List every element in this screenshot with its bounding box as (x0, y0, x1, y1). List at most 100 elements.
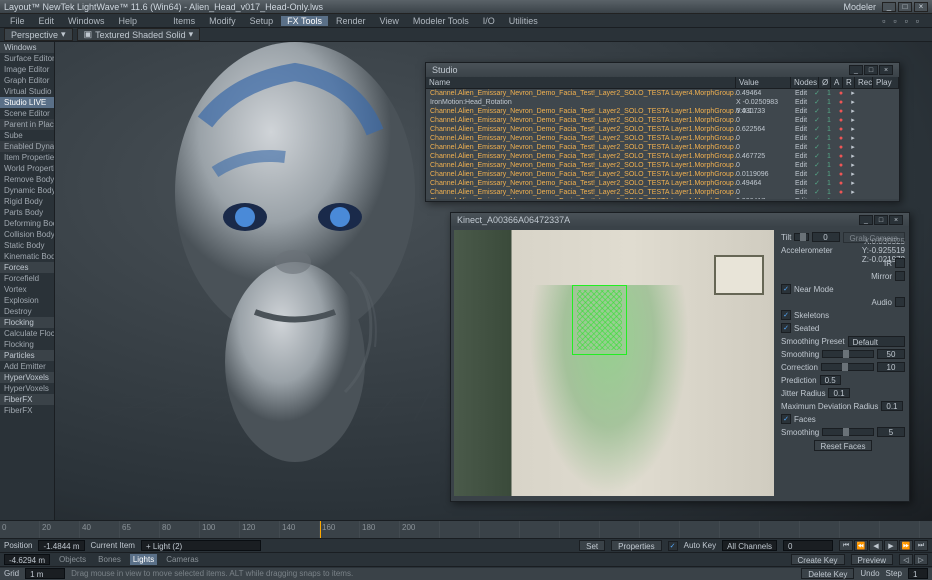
sidebar-item[interactable]: Forces (0, 262, 54, 273)
sidebar-item[interactable]: Parts Body (0, 207, 54, 218)
grid-field[interactable]: 1 m (25, 568, 65, 579)
sidebar-item[interactable]: Rigid Body (0, 196, 54, 207)
studio-row[interactable]: Channel.Alien_Emissary_Nevron_Demo_Facia… (426, 188, 899, 197)
timeline[interactable]: 020406580100120140160180200 (0, 521, 932, 539)
view-select[interactable]: Perspective ▾ (4, 28, 73, 41)
studio-max-icon[interactable]: □ (864, 65, 878, 75)
jitter-value[interactable]: 0.1 (828, 388, 849, 398)
sidebar-item[interactable]: Scene Editor (0, 108, 54, 119)
sidebar-item[interactable]: Image Editor (0, 64, 54, 75)
tab-render[interactable]: Render (330, 16, 372, 26)
createkey-button[interactable]: Create Key (791, 554, 845, 565)
tab-fxtools[interactable]: FX Tools (281, 16, 328, 26)
sidebar-item[interactable]: Virtual Studio (0, 86, 54, 97)
sidebar-item[interactable]: Vortex (0, 284, 54, 295)
tab-items[interactable]: Items (167, 16, 201, 26)
autokey-checkbox[interactable]: ✓ (668, 541, 678, 551)
maximize-icon[interactable]: □ (898, 2, 912, 12)
near-checkbox[interactable]: ✓ (781, 284, 791, 294)
step-back-icon[interactable]: ⏪ (854, 540, 868, 551)
vp-btn-3[interactable]: ▫ (902, 16, 911, 26)
kinect-min-icon[interactable]: _ (859, 215, 873, 225)
vp-btn-2[interactable]: ▫ (890, 16, 899, 26)
studio-row[interactable]: Channel.Alien_Emissary_Nevron_Demo_Facia… (426, 89, 899, 98)
audio-checkbox[interactable] (895, 297, 905, 307)
tab-setup[interactable]: Setup (244, 16, 280, 26)
studio-row[interactable]: Channel.Alien_Emissary_Nevron_Demo_Facia… (426, 107, 899, 116)
studio-row[interactable]: Channel.Alien_Emissary_Nevron_Demo_Facia… (426, 125, 899, 134)
tab-modify[interactable]: Modify (203, 16, 242, 26)
menu-edit[interactable]: Edit (33, 16, 61, 26)
sidebar-item[interactable]: Calculate Flocks (0, 328, 54, 339)
pos-y-field[interactable]: -4.6294 m (4, 554, 50, 565)
sidebar-item[interactable]: Remove Body (0, 174, 54, 185)
maxdev-value[interactable]: 0.1 (881, 401, 902, 411)
sidebar-item[interactable]: Graph Editor (0, 75, 54, 86)
sidebar-item[interactable]: Dynamic Body (0, 185, 54, 196)
sidebar-item[interactable]: Forcefield (0, 273, 54, 284)
play-fwd-icon[interactable]: ▶ (884, 540, 898, 551)
sidebar-item[interactable]: Enabled Dynamics (0, 141, 54, 152)
sidebar-item[interactable]: Flocking (0, 339, 54, 350)
studio-row[interactable]: Channel.Alien_Emissary_Nevron_Demo_Facia… (426, 161, 899, 170)
sidebar-item[interactable]: Add Emitter (0, 361, 54, 372)
sidebar-item[interactable]: World Properties (0, 163, 54, 174)
sidebar-item[interactable]: Flocking (0, 317, 54, 328)
studio-row[interactable]: IronMotion:Head_RotationX -0.0250983 Y:0… (426, 98, 899, 107)
tab-io[interactable]: I/O (477, 16, 501, 26)
menu-windows[interactable]: Windows (62, 16, 111, 26)
sidebar-item[interactable]: Studio LIVE (0, 97, 54, 108)
studio-row[interactable]: Channel.Alien_Emissary_Nevron_Demo_Facia… (426, 170, 899, 179)
undo-label[interactable]: Undo (860, 569, 879, 578)
studio-row[interactable]: Channel.Alien_Emissary_Nevron_Demo_Facia… (426, 143, 899, 152)
step-fwd-icon[interactable]: ⏩ (899, 540, 913, 551)
set-button[interactable]: Set (579, 540, 605, 551)
preset-select[interactable]: Default (848, 336, 905, 347)
shade-select[interactable]: ▣ Textured Shaded Solid ▾ (77, 28, 201, 41)
frame-field[interactable]: 0 (783, 540, 833, 551)
studio-row[interactable]: Channel.Alien_Emissary_Nevron_Demo_Facia… (426, 179, 899, 188)
step-field[interactable]: 1 (908, 568, 928, 579)
mirror-checkbox[interactable] (895, 271, 905, 281)
menu-file[interactable]: File (4, 16, 31, 26)
faces-checkbox[interactable]: ✓ (781, 414, 791, 424)
studio-close-icon[interactable]: × (879, 65, 893, 75)
tilt-slider[interactable] (794, 233, 808, 241)
deletekey-button[interactable]: Delete Key (801, 568, 854, 579)
bones-btn[interactable]: Bones (95, 554, 124, 565)
timeline-cursor[interactable] (320, 521, 321, 538)
goto-end-icon[interactable]: ⏭ (914, 540, 928, 551)
preview-button[interactable]: Preview (851, 554, 893, 565)
sidebar-item[interactable]: FiberFX (0, 405, 54, 416)
pos-x-field[interactable]: -1.4844 m (38, 540, 84, 551)
goto-start-icon[interactable]: ⏮ (839, 540, 853, 551)
sidebar-item[interactable]: FiberFX (0, 394, 54, 405)
tab-view[interactable]: View (374, 16, 405, 26)
face-smooth-slider[interactable] (822, 428, 874, 436)
modeler-label[interactable]: Modeler (837, 2, 882, 12)
sidebar-item[interactable]: Deforming Body (0, 218, 54, 229)
sidebar-item[interactable]: Windows (0, 42, 54, 53)
ir-checkbox[interactable] (895, 258, 905, 268)
vp-btn-1[interactable]: ▫ (879, 16, 888, 26)
studio-row[interactable]: Channel.Alien_Emissary_Nevron_Demo_Facia… (426, 116, 899, 125)
kinect-close-icon[interactable]: × (889, 215, 903, 225)
channels-select[interactable]: All Channels (722, 540, 777, 551)
skeletons-checkbox[interactable]: ✓ (781, 310, 791, 320)
sidebar-item[interactable]: HyperVoxels (0, 372, 54, 383)
smooth-slider[interactable] (822, 350, 874, 358)
kinect-max-icon[interactable]: □ (874, 215, 888, 225)
props-button[interactable]: Properties (611, 540, 661, 551)
sidebar-item[interactable]: Explosion (0, 295, 54, 306)
sidebar-item[interactable]: Item Properties (0, 152, 54, 163)
corr-value[interactable]: 10 (877, 362, 905, 372)
studio-row[interactable]: Channel.Alien_Emissary_Nevron_Demo_Facia… (426, 152, 899, 161)
studio-min-icon[interactable]: _ (849, 65, 863, 75)
grab-camera-button[interactable]: Grab Camera (843, 232, 905, 243)
studio-row[interactable]: Channel.Alien_Emissary_Nevron_Demo_Facia… (426, 197, 899, 199)
tab-utilities[interactable]: Utilities (503, 16, 544, 26)
pred-value[interactable]: 0.5 (820, 375, 841, 385)
kf-next-icon[interactable]: ▷ (914, 554, 928, 565)
sidebar-item[interactable]: HyperVoxels (0, 383, 54, 394)
cameras-btn[interactable]: Cameras (163, 554, 201, 565)
